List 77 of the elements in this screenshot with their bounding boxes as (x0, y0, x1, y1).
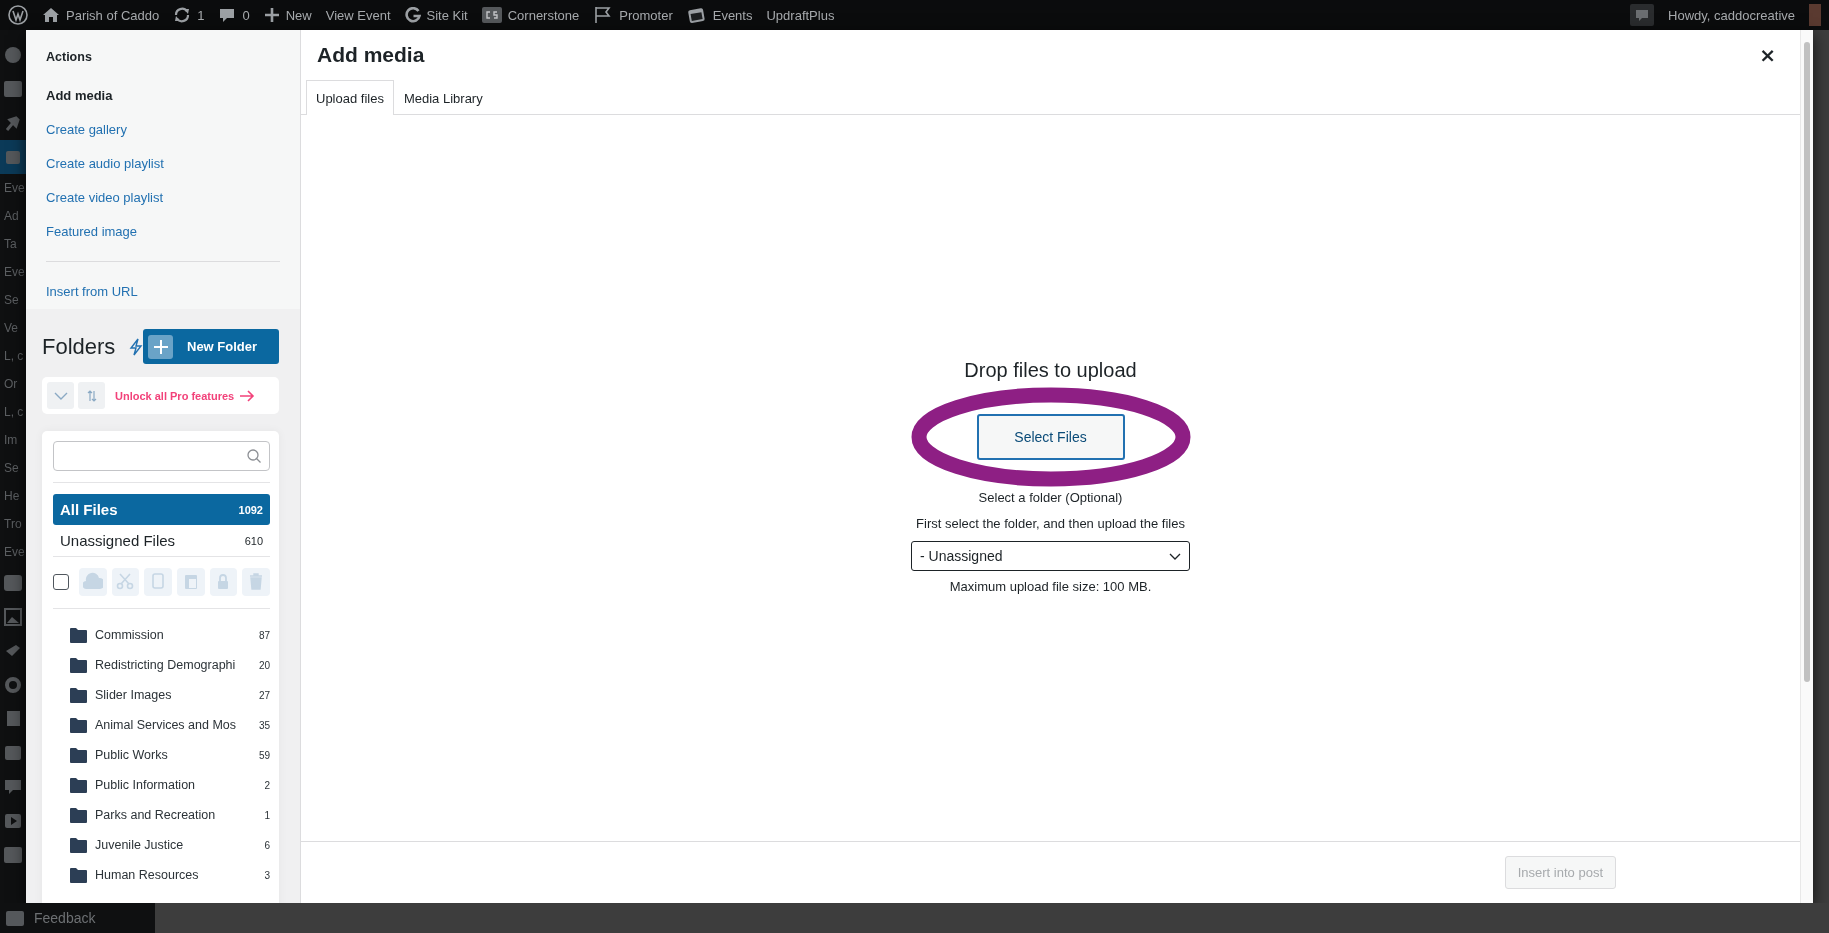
dialog-title: Add media (317, 43, 426, 67)
search-icon (247, 449, 261, 463)
menu-link[interactable]: Create audio playlist (46, 147, 280, 181)
toolbar-link[interactable]: Cornerstone (481, 6, 580, 24)
folder-icon (70, 867, 87, 883)
section-heading: Actions (46, 49, 93, 66)
field-label: Select a folder (Optional) (978, 490, 1123, 505)
folder-item[interactable]: Human Resources 3 (53, 860, 270, 890)
filter-item[interactable]: Unassigned Files 610 (53, 525, 270, 556)
folder-icon (70, 777, 87, 793)
toolbar-link[interactable]: Site Kit (404, 7, 468, 23)
home-icon (42, 6, 60, 24)
plus-icon (153, 339, 168, 354)
plus-icon (263, 7, 280, 23)
hint-text: First select the folder, and then upload the files (916, 516, 1185, 531)
folder-item[interactable]: Juvenile Justice 6 (53, 830, 270, 860)
toolbar-link[interactable]: Parish of Caddo (42, 6, 160, 24)
scrollbar[interactable] (1800, 30, 1813, 903)
refresh-icon (173, 6, 192, 24)
menu-link[interactable]: Create video playlist (46, 181, 280, 215)
toolbar-link[interactable]: 0 (218, 6, 250, 24)
folder-item[interactable]: Animal Services and Mos 35 (53, 710, 270, 740)
play-icon (4, 812, 22, 830)
menu-link[interactable]: Create gallery (46, 113, 280, 147)
close-button[interactable]: × (1755, 43, 1780, 67)
comment-icon (4, 778, 22, 796)
folder-icon (70, 717, 87, 733)
chevron-down-icon (53, 391, 68, 400)
folder-icon (70, 807, 87, 823)
lightning-icon[interactable] (129, 337, 143, 356)
wordpress-logo-icon[interactable] (8, 5, 28, 25)
upload-limit-text: Maximum upload file size: 100 MB. (949, 579, 1152, 594)
tab[interactable]: Media Library (393, 80, 493, 115)
folder-item[interactable]: Redistricting Demographi 20 (53, 650, 270, 680)
folder-icon (70, 657, 87, 673)
search-field[interactable] (53, 441, 270, 471)
toolbar-link[interactable]: 1 (173, 6, 205, 24)
folder-item[interactable]: Commission 87 (53, 620, 270, 650)
comment-icon (218, 6, 237, 24)
letter-g-icon (404, 7, 421, 23)
menu-item[interactable]: Feedback (0, 903, 155, 933)
toolbar-link[interactable]: Promoter (593, 6, 673, 24)
folder-icon (70, 837, 87, 853)
account-link[interactable]: Howdy, caddocreative (1668, 7, 1795, 23)
toolbar-link[interactable]: Events (686, 6, 753, 24)
drop-zone-heading: Drop files to upload (964, 358, 1137, 382)
menu-link[interactable]: Add media (46, 79, 280, 113)
folders-heading: Folders (42, 333, 117, 360)
filter-item[interactable]: All Files 1092 (53, 494, 270, 525)
folder-item[interactable]: Public Works 59 (53, 740, 270, 770)
comment-icon[interactable] (1635, 8, 1650, 22)
toolbar-link[interactable]: UpdraftPlus (766, 7, 835, 23)
sort-icon (86, 389, 97, 402)
new-folder-button[interactable]: New Folder (143, 329, 279, 364)
folder-icon (70, 627, 87, 643)
folder-dropdown[interactable]: - Unassigned (911, 541, 1190, 571)
folder-item[interactable]: Public Information 2 (53, 770, 270, 800)
folder-item[interactable]: Parks and Recreation 1 (53, 800, 270, 830)
menu-link[interactable]: Featured image (46, 215, 280, 249)
folder-icon (70, 687, 87, 703)
select-files-button[interactable]: Select Files (976, 414, 1125, 460)
collapse-button[interactable] (47, 382, 74, 409)
folder-item[interactable]: Slider Images 27 (53, 680, 270, 710)
select-all-checkbox[interactable] (53, 574, 69, 590)
toolbar-link[interactable]: New (263, 7, 312, 23)
arrow-right-icon (239, 389, 256, 402)
upgrade-link[interactable]: Unlock all Pro features (115, 389, 256, 402)
scissors-icon (115, 572, 136, 592)
avatar[interactable] (1809, 4, 1821, 26)
tab[interactable]: Upload files (306, 80, 394, 115)
image-icon (4, 608, 22, 626)
insert-url-link[interactable]: Insert from URL (46, 275, 280, 309)
toolbar-link[interactable]: View Event (325, 7, 391, 23)
chevron-down-icon (1169, 552, 1181, 560)
sort-button[interactable] (78, 382, 105, 409)
upload-icon (82, 572, 103, 592)
folder-icon (70, 747, 87, 763)
